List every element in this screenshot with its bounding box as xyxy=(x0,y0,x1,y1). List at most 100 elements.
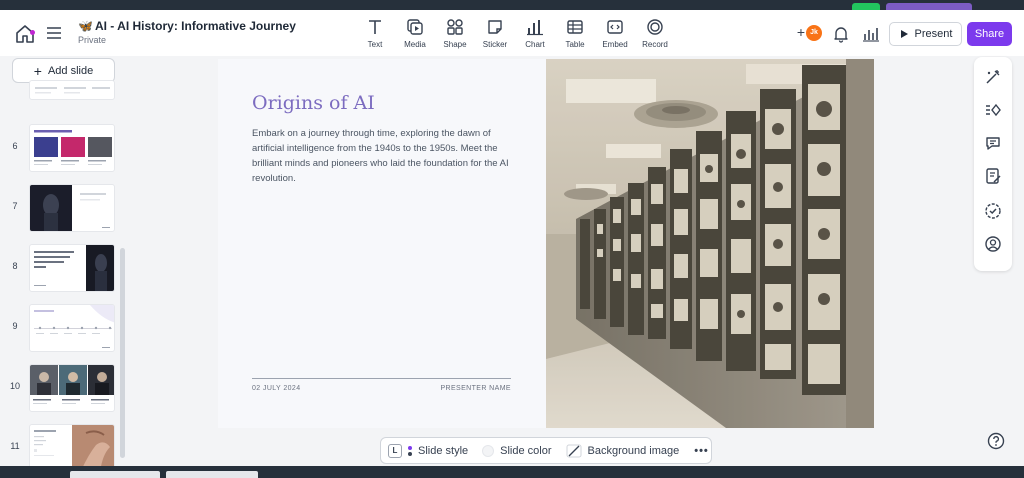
tool-label: Shape xyxy=(443,40,467,49)
background-image-label: Background image xyxy=(587,444,680,457)
slide-style-button[interactable]: L Slide style xyxy=(381,443,475,458)
slide-format-toolbar: L Slide style Slide color Background ima… xyxy=(380,437,712,464)
slide-thumbnail[interactable]: 10 xyxy=(0,364,120,412)
magic-wand-icon[interactable] xyxy=(984,68,1002,86)
document-title[interactable]: 🦋 AI - AI History: Informative Journey xyxy=(78,19,296,33)
thumbnail-scrollbar[interactable] xyxy=(120,248,125,458)
present-label: Present xyxy=(914,28,953,40)
analytics-icon[interactable] xyxy=(862,25,880,43)
bell-icon[interactable] xyxy=(832,25,850,43)
document-title-text: AI - AI History: Informative Journey xyxy=(94,19,296,33)
os-title-strip xyxy=(0,0,1024,10)
os-taskbar xyxy=(0,466,1024,478)
tool-label: Text xyxy=(367,40,383,49)
right-tool-rail xyxy=(974,57,1012,271)
slide-canvas[interactable]: Origins of AI Embark on a journey throug… xyxy=(218,59,874,428)
slide-thumbnail-image xyxy=(29,424,115,472)
top-bar: 🦋 AI - AI History: Informative Journey P… xyxy=(0,10,1024,56)
slide-thumbnail[interactable]: 6 xyxy=(0,124,120,172)
tool-label: Sticker xyxy=(482,40,508,49)
document-title-area[interactable]: 🦋 AI - AI History: Informative Journey P… xyxy=(78,19,296,45)
avatar[interactable]: Jk xyxy=(806,25,822,41)
slide-date[interactable]: 02 JULY 2024 xyxy=(252,385,301,392)
slide-thumbnail-image xyxy=(29,124,115,172)
slide-color-button[interactable]: Slide color xyxy=(475,444,558,457)
document-emoji: 🦋 xyxy=(78,19,93,33)
slide-thumbnail-list: 6 7 8 9 10 11 xyxy=(0,80,128,472)
tool-label: Chart xyxy=(525,40,545,49)
plus-icon: + xyxy=(33,62,42,79)
tool-text[interactable]: Text xyxy=(355,18,395,49)
embed-icon xyxy=(607,20,623,34)
insert-toolbar: Text Media Shape Sticker Chart Table Emb… xyxy=(355,18,675,49)
present-button[interactable]: Present xyxy=(889,22,962,46)
tool-label: Embed xyxy=(602,40,628,49)
tool-media[interactable]: Media xyxy=(395,18,435,49)
tool-sticker[interactable]: Sticker xyxy=(475,18,515,49)
taskbar-item[interactable] xyxy=(166,471,258,478)
slide-thumbnail[interactable]: 8 xyxy=(0,244,120,292)
color-swatch-icon xyxy=(482,444,495,457)
slide-divider xyxy=(252,378,511,379)
record-icon xyxy=(647,19,663,35)
slide-thumbnail[interactable]: 7 xyxy=(0,184,120,232)
comment-icon[interactable] xyxy=(984,134,1002,152)
slide-text-panel: Origins of AI Embark on a journey throug… xyxy=(218,59,546,428)
shape-icon xyxy=(447,19,463,35)
media-icon xyxy=(407,19,423,35)
server-room-photo[interactable] xyxy=(546,59,874,428)
slide-thumbnail[interactable]: 11 xyxy=(0,424,120,472)
slide-thumbnail-image xyxy=(29,184,115,232)
tool-record[interactable]: Record xyxy=(635,18,675,49)
tool-shape[interactable]: Shape xyxy=(435,18,475,49)
tool-label: Table xyxy=(565,40,585,49)
slide-body-text[interactable]: Embark on a journey through time, explor… xyxy=(252,126,520,186)
slide-style-label: Slide style xyxy=(418,444,469,457)
profile-icon[interactable] xyxy=(984,235,1002,253)
slide-thumbnail-image xyxy=(29,364,115,412)
tool-embed[interactable]: Embed xyxy=(595,18,635,49)
menu-icon[interactable] xyxy=(45,24,63,42)
slide-color-label: Slide color xyxy=(500,444,552,457)
palette-dots-icon xyxy=(408,445,412,456)
slide-thumbnail-image xyxy=(29,244,115,292)
app-window: 🦋 AI - AI History: Informative Journey P… xyxy=(0,10,1024,472)
layers-icon[interactable] xyxy=(984,101,1002,119)
background-image-button[interactable]: Background image xyxy=(559,444,687,458)
slide-thumbnail-image xyxy=(29,80,115,100)
slide-number: 10 xyxy=(9,381,20,391)
slide-thumbnail[interactable]: 9 xyxy=(0,304,120,352)
notification-dot xyxy=(30,30,35,35)
document-visibility[interactable]: Private xyxy=(78,35,296,45)
notes-icon[interactable] xyxy=(984,167,1002,185)
help-icon[interactable] xyxy=(987,432,1005,450)
table-icon xyxy=(567,20,583,34)
share-button[interactable]: Share xyxy=(967,22,1012,46)
play-icon xyxy=(900,30,908,38)
text-icon xyxy=(369,20,381,34)
add-slide-label: Add slide xyxy=(47,64,94,77)
slide-number: 6 xyxy=(12,141,18,151)
os-tab-indicator xyxy=(886,3,972,10)
tool-table[interactable]: Table xyxy=(555,18,595,49)
chart-icon xyxy=(527,20,543,36)
slide-number: 11 xyxy=(10,441,20,451)
slide-number: 8 xyxy=(12,261,18,271)
collaborators[interactable]: + Jk xyxy=(792,23,822,43)
slide-number: 9 xyxy=(12,321,18,331)
slide-thumbnail[interactable] xyxy=(0,80,120,100)
tool-label: Record xyxy=(642,40,668,49)
tool-chart[interactable]: Chart xyxy=(515,18,555,49)
slide-thumbnail-image xyxy=(29,304,115,352)
style-badge: L xyxy=(388,443,402,458)
tool-label: Media xyxy=(404,40,426,49)
slide-presenter-name[interactable]: PRESENTER NAME xyxy=(440,385,511,392)
os-tab-indicator xyxy=(852,3,880,10)
slide-number: 7 xyxy=(12,201,18,211)
image-slash-icon xyxy=(566,444,581,457)
sticker-icon xyxy=(488,20,502,34)
taskbar-item[interactable] xyxy=(70,471,160,478)
more-options-button[interactable]: ••• xyxy=(686,445,717,457)
verified-check-icon[interactable] xyxy=(984,202,1002,220)
slide-title[interactable]: Origins of AI xyxy=(252,92,375,114)
